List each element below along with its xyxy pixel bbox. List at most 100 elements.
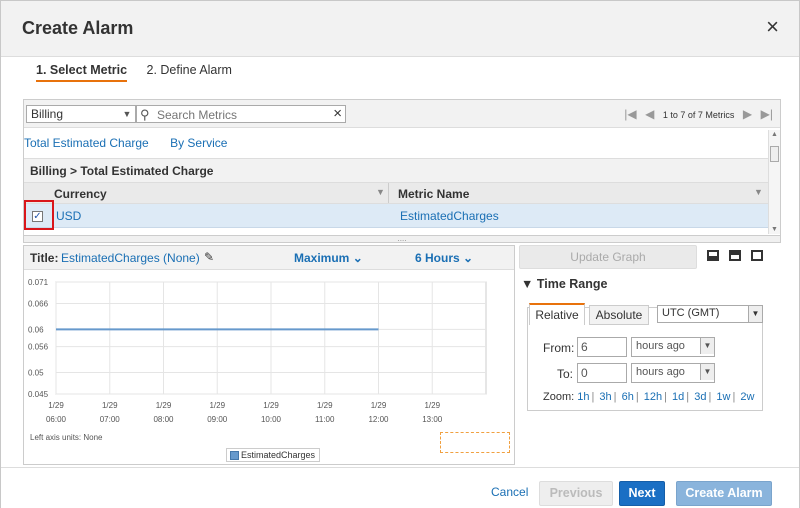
x-tick-date: 1/29 (263, 401, 279, 410)
x-tick-date: 1/29 (48, 401, 64, 410)
namespace-value: Billing (31, 107, 64, 121)
graph-title[interactable]: EstimatedCharges (None) (61, 251, 200, 265)
search-box: ⚲ × (136, 105, 346, 123)
filter-bar: Billing ▼ ⚲ × |◀ ◀ 1 to 7 of 7 Metrics ▶… (24, 100, 780, 128)
chevron-down-icon: ⌄ (463, 251, 474, 265)
checkbox-highlight (24, 200, 54, 230)
column-divider (388, 183, 389, 203)
legend-swatch (230, 451, 239, 461)
layout-top-icon[interactable] (729, 250, 741, 261)
zoom-options: 1h | 3h | 6h | 12h | 1d | 3d | 1w | 2w (577, 391, 755, 403)
to-label: To: (557, 367, 574, 381)
tab-by-service[interactable]: By Service (170, 136, 227, 150)
y-tick-label: 0.05 (28, 368, 44, 377)
from-label: From: (543, 341, 575, 355)
step-define-alarm[interactable]: 2. Define Alarm (147, 63, 232, 80)
tab-absolute[interactable]: Absolute (589, 305, 649, 325)
zoom-6h[interactable]: 6h (622, 391, 634, 403)
metric-tabs: Total Estimated Charge By Service (24, 136, 245, 150)
wizard-steps: 1. Select Metric 2. Define Alarm (36, 63, 248, 82)
chevron-down-icon: ▼ (119, 106, 135, 122)
zoom-3d[interactable]: 3d (694, 391, 706, 403)
table-row[interactable]: ✓ USD EstimatedCharges (24, 204, 768, 228)
pencil-icon[interactable]: ✎ (204, 250, 214, 264)
x-tick-date: 1/29 (371, 401, 387, 410)
graph-header: Title: EstimatedCharges (None) ✎ Maximum… (24, 246, 514, 270)
x-tick-time: 07:00 (100, 415, 121, 424)
zoom-1w[interactable]: 1w (716, 391, 730, 403)
next-button[interactable]: Next (619, 481, 665, 506)
from-unit-select[interactable]: hours ago ▼ (631, 337, 715, 357)
create-alarm-dialog: Create Alarm × 1. Select Metric 2. Defin… (0, 0, 800, 508)
table-header: Currency ▼ Metric Name ▼ (24, 182, 768, 204)
graph-panel: Title: EstimatedCharges (None) ✎ Maximum… (23, 245, 515, 465)
x-tick-time: 12:00 (368, 415, 389, 424)
from-input[interactable]: 6 (577, 337, 627, 357)
time-range-heading[interactable]: ▼ Time Range (521, 277, 607, 291)
zoom-12h[interactable]: 12h (644, 391, 662, 403)
layout-bottom-icon[interactable] (707, 250, 719, 261)
tab-relative[interactable]: Relative (529, 303, 585, 325)
step-select-metric[interactable]: 1. Select Metric (36, 63, 128, 82)
zoom-label: Zoom: (543, 391, 575, 403)
zoom-1d[interactable]: 1d (672, 391, 684, 403)
first-page-icon[interactable]: |◀ (624, 107, 636, 121)
x-tick-time: 11:00 (315, 415, 335, 424)
timezone-value: UTC (GMT) (662, 307, 720, 319)
dialog-footer: Cancel Previous Next Create Alarm (1, 467, 799, 508)
x-tick-time: 06:00 (46, 415, 67, 424)
zoom-2w[interactable]: 2w (740, 391, 754, 403)
search-input[interactable] (155, 107, 325, 123)
x-tick-time: 09:00 (207, 415, 228, 424)
close-icon[interactable]: × (766, 16, 779, 38)
create-alarm-button[interactable]: Create Alarm (676, 481, 772, 506)
to-input[interactable]: 0 (577, 363, 627, 383)
layout-full-icon[interactable] (751, 250, 763, 261)
cell-metric-name: EstimatedCharges (400, 209, 499, 223)
update-graph-button[interactable]: Update Graph (519, 245, 697, 269)
namespace-select[interactable]: Billing ▼ (26, 105, 136, 123)
statistic-value: Maximum (294, 251, 350, 265)
period-dropdown[interactable]: 6 Hours ⌄ (415, 251, 473, 265)
y-tick-label: 0.056 (28, 343, 49, 352)
zoom-3h[interactable]: 3h (599, 391, 611, 403)
x-tick-time: 08:00 (153, 415, 174, 424)
y-tick-label: 0.066 (28, 300, 49, 309)
x-tick-time: 13:00 (422, 415, 443, 424)
scroll-thumb[interactable] (770, 146, 779, 162)
scroll-down-icon[interactable]: ▼ (771, 226, 778, 233)
prev-page-icon[interactable]: ◀ (645, 107, 654, 121)
chart-legend: EstimatedCharges (226, 448, 321, 463)
timezone-select[interactable]: UTC (GMT) ▼ (657, 305, 763, 323)
sort-down-icon[interactable]: ▼ (754, 187, 763, 197)
clear-search-icon[interactable]: × (333, 105, 342, 122)
column-currency[interactable]: Currency (54, 187, 107, 201)
y-tick-label: 0.071 (28, 278, 49, 287)
search-icon: ⚲ (140, 107, 150, 122)
to-unit-value: hours ago (636, 366, 685, 378)
time-range-label: Time Range (536, 277, 608, 291)
previous-button[interactable]: Previous (539, 481, 613, 506)
next-page-icon[interactable]: ▶ (743, 107, 752, 121)
pager: |◀ ◀ 1 to 7 of 7 Metrics ▶ ▶| (621, 107, 776, 121)
left-axis-units: Left axis units: None (30, 433, 103, 442)
cancel-button[interactable]: Cancel (491, 485, 528, 499)
statistic-dropdown[interactable]: Maximum ⌄ (294, 251, 363, 265)
scroll-up-icon[interactable]: ▲ (771, 131, 778, 138)
pager-text: 1 to 7 of 7 Metrics (662, 110, 735, 120)
sort-down-icon[interactable]: ▼ (376, 187, 385, 197)
tab-total-estimated-charge[interactable]: Total Estimated Charge (24, 136, 149, 150)
period-value: 6 Hours (415, 251, 460, 265)
metrics-panel: Billing ▼ ⚲ × |◀ ◀ 1 to 7 of 7 Metrics ▶… (23, 99, 781, 235)
scrollbar[interactable]: ▲ ▼ (768, 130, 780, 234)
time-range-panel: Update Graph ▼ Time Range Relative Absol… (519, 245, 781, 465)
chevron-down-icon: ▼ (700, 364, 714, 380)
legend-label: EstimatedCharges (241, 450, 316, 460)
resize-handle[interactable]: .... (23, 235, 781, 243)
x-tick-date: 1/29 (102, 401, 118, 410)
column-metric-name[interactable]: Metric Name (398, 187, 469, 201)
chevron-down-icon: ⌄ (352, 251, 363, 265)
to-unit-select[interactable]: hours ago ▼ (631, 363, 715, 383)
last-page-icon[interactable]: ▶| (761, 107, 773, 121)
zoom-1h[interactable]: 1h (577, 391, 589, 403)
